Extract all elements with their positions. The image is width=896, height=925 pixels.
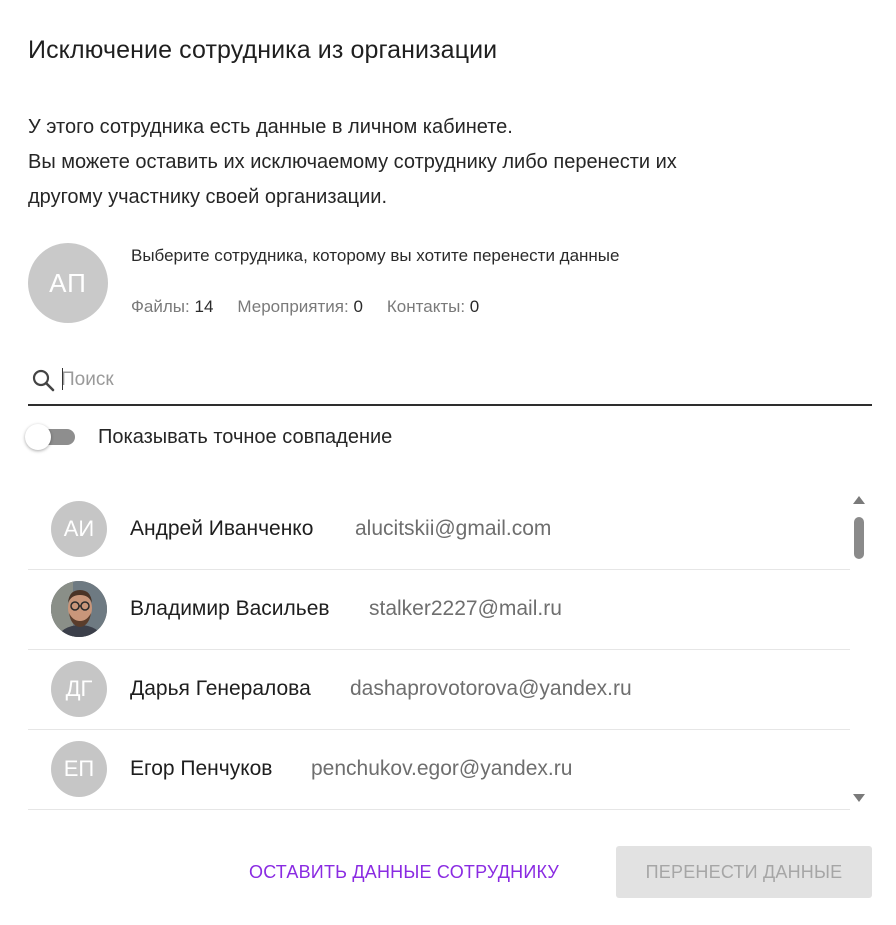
description-line: другому участнику своей организации. — [28, 186, 387, 208]
stat-events-label: Мероприятия: — [237, 297, 349, 316]
employee-email: stalker2227@mail.ru — [369, 597, 562, 620]
description-line: Вы можете оставить их исключаемому сотру… — [28, 151, 677, 173]
keep-data-button[interactable]: ОСТАВИТЬ ДАННЫЕ СОТРУДНИКУ — [228, 846, 580, 898]
stat-files-label: Файлы: — [131, 297, 190, 316]
employee-name: Владимир Васильев — [130, 597, 330, 620]
search-field[interactable] — [28, 358, 872, 406]
scroll-thumb[interactable] — [854, 517, 864, 559]
description-line: У этого сотрудника есть данные в личном … — [28, 116, 513, 138]
avatar-photo — [51, 581, 107, 637]
employee-name: Дарья Генералова — [130, 677, 311, 700]
employee-list: АИ Андрей Иванченко alucitskii@gmail.com… — [28, 490, 850, 810]
exact-match-label[interactable]: Показывать точное совпадение — [98, 426, 392, 449]
avatar: АИ — [51, 501, 107, 557]
stat-files: Файлы: 14 — [131, 297, 213, 317]
employee-email: dashaprovotorova@yandex.ru — [350, 677, 632, 700]
list-item[interactable]: ДГ Дарья Генералова dashaprovotorova@yan… — [28, 650, 850, 730]
list-scrollbar[interactable] — [850, 490, 868, 810]
text-caret — [62, 368, 63, 390]
avatar: ДГ — [51, 661, 107, 717]
employee-name: Егор Пенчуков — [130, 757, 273, 780]
toggle-knob — [25, 424, 51, 450]
stat-contacts-value: 0 — [469, 297, 480, 316]
list-item[interactable]: ЕП Егор Пенчуков penchukov.egor@yandex.r… — [28, 730, 850, 810]
employee-name: Андрей Иванченко — [130, 517, 314, 540]
scroll-up-arrow-icon[interactable] — [853, 496, 865, 504]
person-photo-icon — [51, 581, 107, 637]
scroll-down-arrow-icon[interactable] — [853, 794, 865, 802]
search-input[interactable] — [61, 364, 841, 396]
transfer-data-button[interactable]: ПЕРЕНЕСТИ ДАННЫЕ — [616, 846, 872, 898]
dialog-title: Исключение сотрудника из организации — [28, 36, 498, 64]
stat-events: Мероприятия: 0 — [237, 297, 363, 317]
stat-events-value: 0 — [353, 297, 363, 316]
list-item[interactable]: АИ Андрей Иванченко alucitskii@gmail.com — [28, 490, 850, 570]
owner-transfer-prompt: Выберите сотрудника, которому вы хотите … — [131, 246, 620, 265]
stat-contacts: Контакты: 0 — [387, 297, 479, 317]
owner-avatar: АП — [28, 243, 108, 323]
stat-files-value: 14 — [194, 297, 214, 316]
employee-email: penchukov.egor@yandex.ru — [311, 757, 573, 780]
employee-email: alucitskii@gmail.com — [355, 517, 552, 540]
dialog-description: У этого сотрудника есть данные в личном … — [28, 110, 868, 215]
exact-match-toggle[interactable] — [25, 423, 77, 451]
owner-stats: Файлы: 14 Мероприятия: 0 Контакты: 0 — [131, 297, 479, 317]
search-icon — [32, 369, 55, 392]
avatar: ЕП — [51, 741, 107, 797]
list-item[interactable]: Владимир Васильев stalker2227@mail.ru — [28, 570, 850, 650]
stat-contacts-label: Контакты: — [386, 297, 466, 316]
